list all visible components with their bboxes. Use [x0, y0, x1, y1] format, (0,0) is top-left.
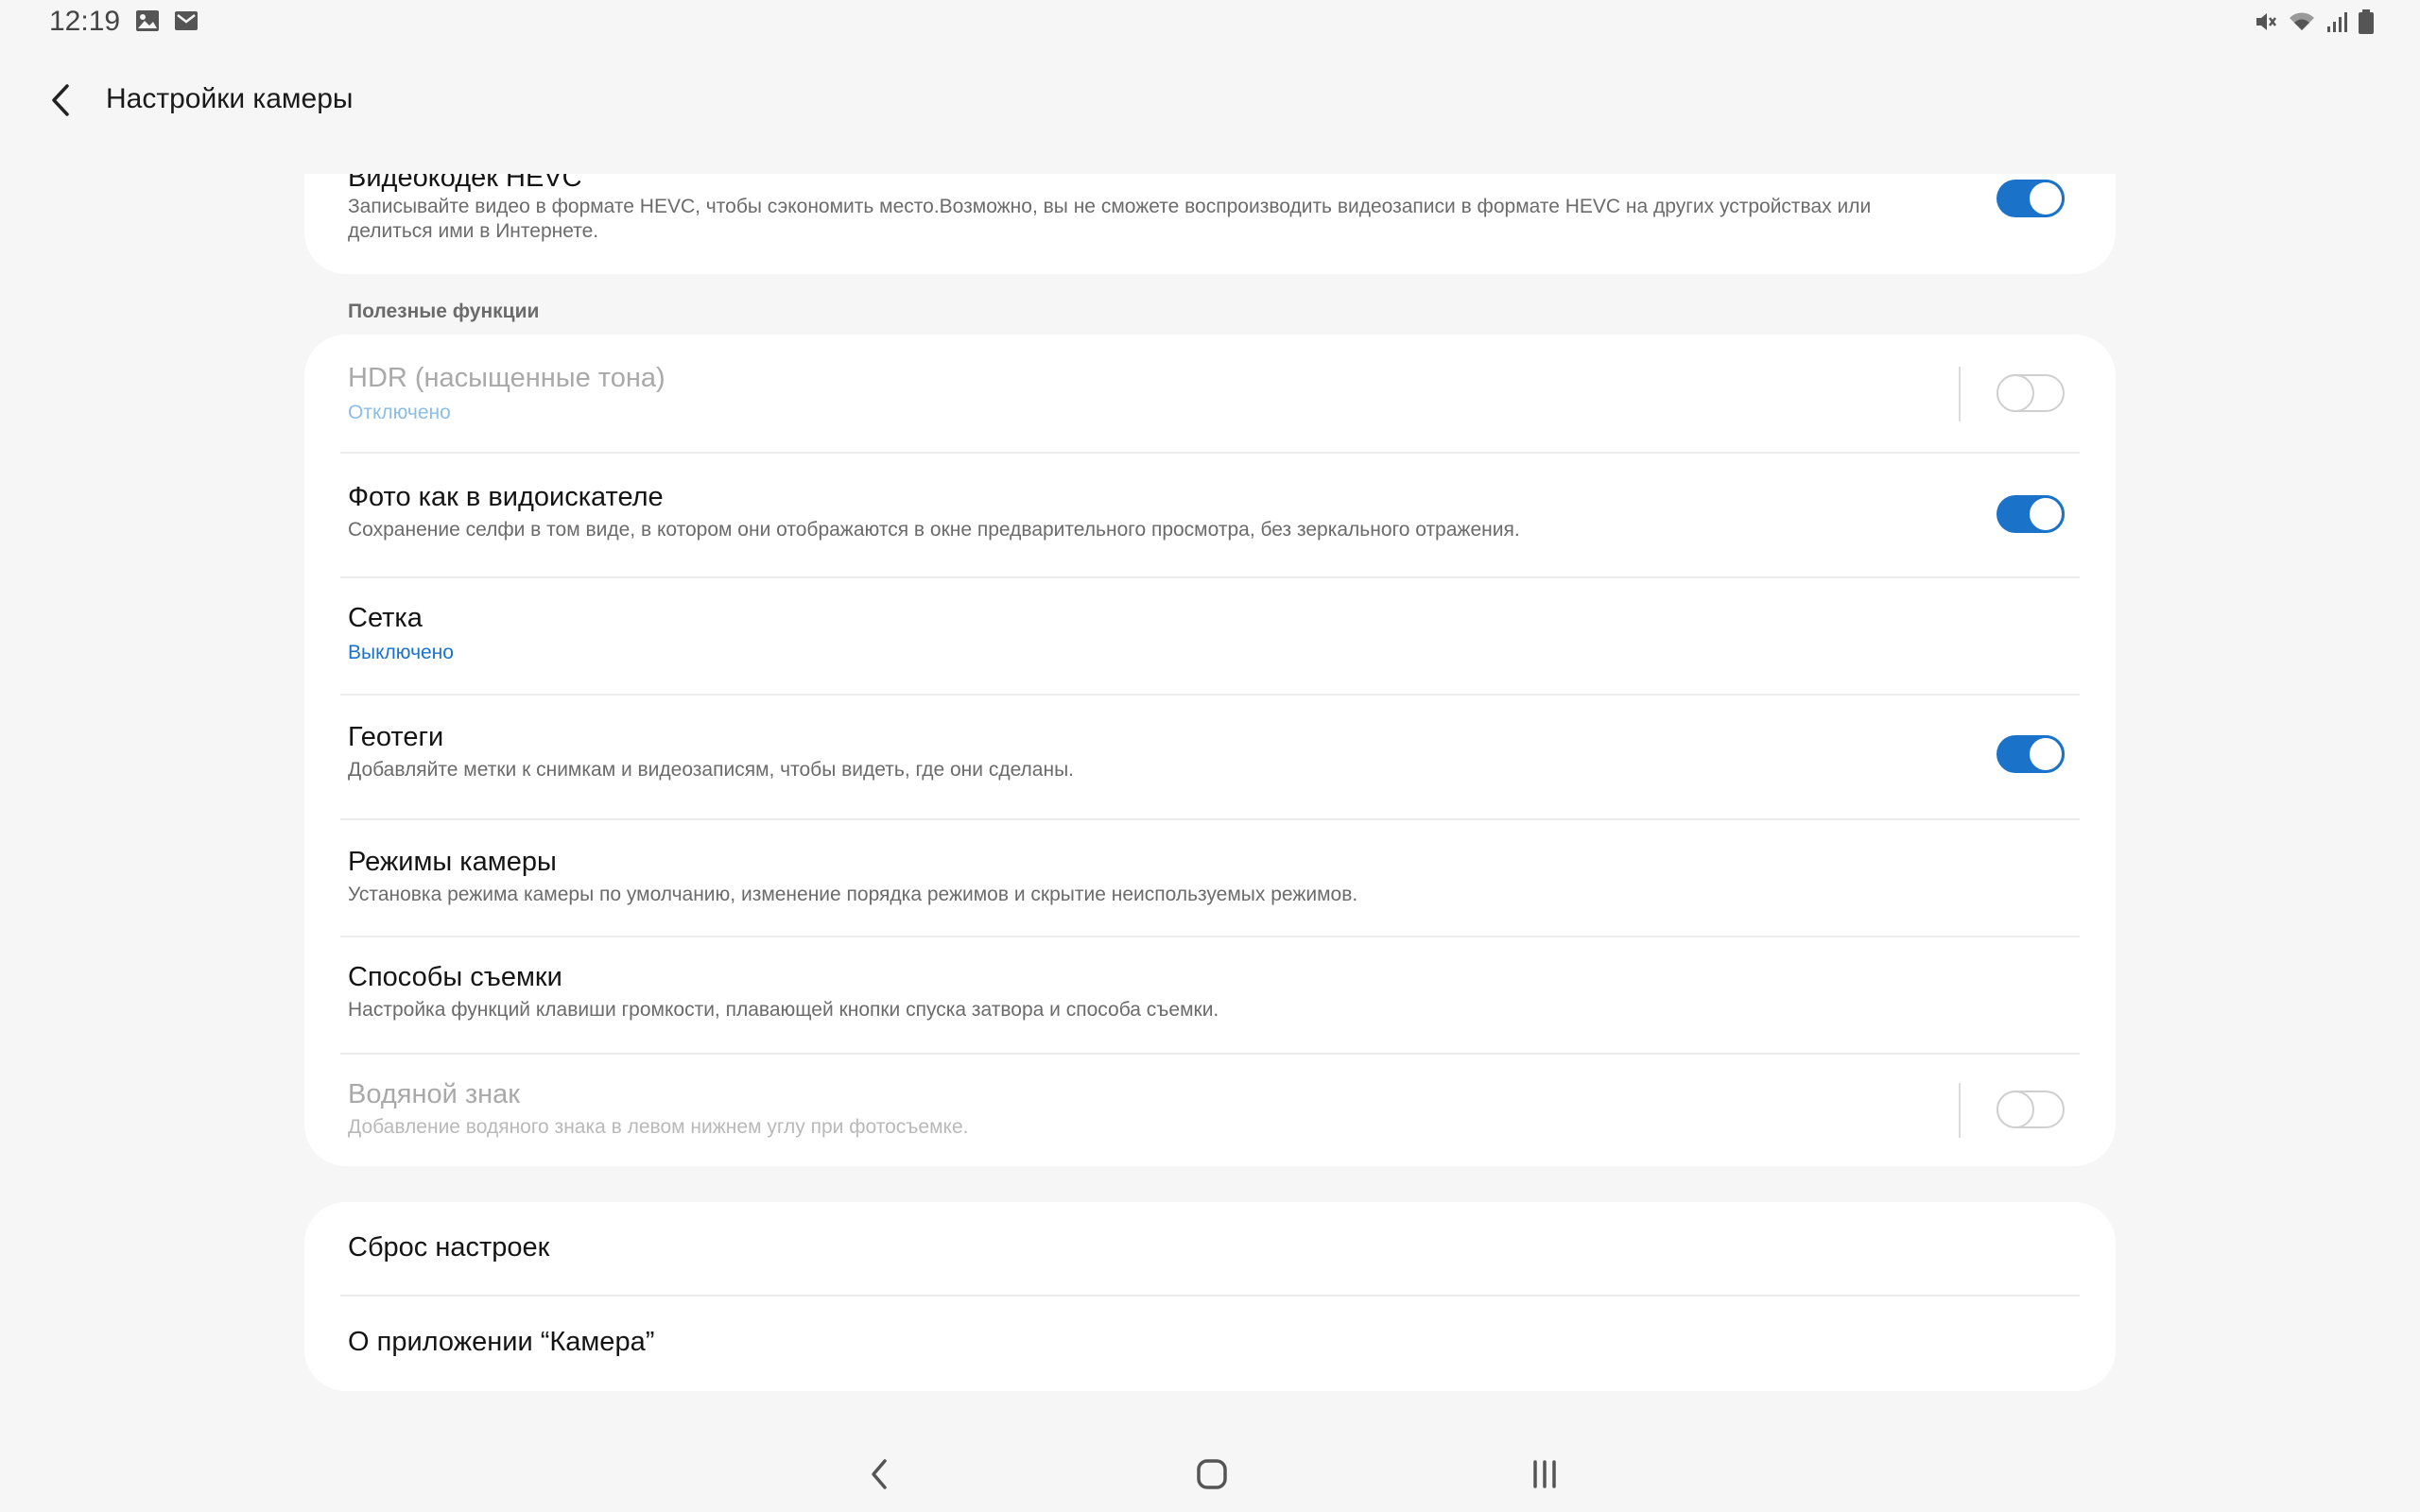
grid-title: Сетка [348, 603, 423, 633]
hdr-title: HDR (насыщенные тона) [348, 363, 666, 393]
status-bar: 12:19 [0, 0, 2420, 45]
navigation-bar [0, 1427, 2420, 1512]
shooting-methods-row[interactable]: Способы съемки Настройка функций клавиши… [304, 937, 2116, 1053]
nav-back-icon [872, 1459, 887, 1489]
hevc-toggle[interactable] [1996, 180, 2065, 217]
nav-recents-button[interactable] [1516, 1446, 1573, 1503]
status-time: 12:19 [49, 6, 121, 37]
geotag-description: Добавляйте метки к снимкам и видеозапися… [348, 759, 1075, 781]
hevc-title: Видеокодек HEVC [348, 172, 582, 193]
chevron-left-icon [52, 84, 69, 116]
watermark-row[interactable]: Водяной знак Добавление водяного знака в… [304, 1055, 2116, 1166]
grid-row[interactable]: Сетка Выключено [304, 578, 2116, 694]
geotag-title: Геотеги [348, 722, 444, 752]
hdr-status: Отключено [348, 402, 451, 423]
camera-modes-title: Режимы камеры [348, 847, 557, 877]
geotag-toggle[interactable] [1996, 735, 2065, 773]
mail-icon [174, 9, 199, 32]
app-header: Настройки камеры [0, 66, 2420, 132]
hevc-description: Записывайте видео в формате HEVC, чтобы … [348, 196, 1872, 242]
viewfinder-photo-title: Фото как в видоискателе [348, 482, 664, 512]
about-card: Сброс настроек О приложении “Камера” [304, 1202, 2116, 1391]
signal-icon [2325, 9, 2348, 34]
useful-card: HDR (насыщенные тона) Отключено Фото как… [304, 335, 2116, 1166]
section-header-useful: Полезные функции [348, 301, 540, 322]
mute-icon [2254, 9, 2278, 34]
nav-home-icon [1197, 1459, 1227, 1489]
page-title: Настройки камеры [106, 83, 354, 114]
battery-icon [2358, 9, 2375, 35]
status-icons [2254, 8, 2375, 36]
shooting-methods-description: Настройка функций клавиши громкости, пла… [348, 999, 1219, 1021]
nav-home-button[interactable] [1184, 1446, 1240, 1503]
reset-settings-row[interactable]: Сброс настроек [304, 1202, 2116, 1295]
reset-settings-title: Сброс настроек [348, 1232, 550, 1263]
grid-status: Выключено [348, 642, 454, 663]
viewfinder-photo-toggle[interactable] [1996, 495, 2065, 533]
watermark-description: Добавление водяного знака в левом нижнем… [348, 1116, 969, 1138]
viewfinder-photo-row[interactable]: Фото как в видоискателе Сохранение селфи… [304, 454, 2116, 576]
camera-modes-description: Установка режима камеры по умолчанию, из… [348, 884, 1358, 905]
wifi-icon [2288, 9, 2316, 34]
watermark-title: Водяной знак [348, 1079, 520, 1109]
hdr-toggle[interactable] [1996, 374, 2065, 412]
about-camera-row[interactable]: О приложении “Камера” [304, 1297, 2116, 1391]
about-camera-title: О приложении “Камера” [348, 1327, 655, 1357]
gallery-icon [135, 9, 160, 32]
camera-modes-row[interactable]: Режимы камеры Установка режима камеры по… [304, 820, 2116, 936]
geotag-row[interactable]: Геотеги Добавляйте метки к снимкам и вид… [304, 696, 2116, 818]
watermark-toggle[interactable] [1996, 1091, 2065, 1128]
settings-list[interactable]: Видеокодек HEVC Записывайте видео в форм… [0, 172, 2420, 1419]
nav-recents-icon [1533, 1460, 1556, 1488]
shooting-methods-title: Способы съемки [348, 962, 562, 992]
hevc-row[interactable]: Видеокодек HEVC Записывайте видео в форм… [304, 172, 2116, 274]
hdr-row[interactable]: HDR (насыщенные тона) Отключено [304, 335, 2116, 452]
viewfinder-photo-description: Сохранение селфи в том виде, в котором о… [348, 519, 1520, 541]
back-button[interactable] [38, 77, 83, 123]
nav-back-button[interactable] [851, 1446, 908, 1503]
hevc-card: Видеокодек HEVC Записывайте видео в форм… [304, 172, 2116, 274]
